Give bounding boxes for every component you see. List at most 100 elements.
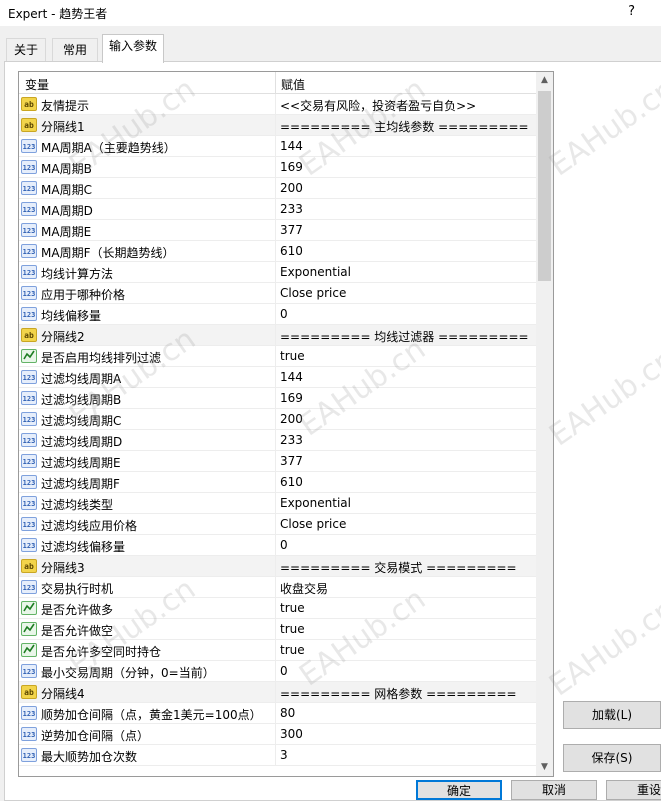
help-button[interactable]: ? [628, 4, 635, 19]
table-row[interactable]: 123 过滤均线周期A 144 [19, 367, 537, 388]
cancel-button[interactable]: 取消 [511, 780, 597, 800]
row-variable: 过滤均线周期E [41, 456, 121, 470]
table-row[interactable]: 123 应用于哪种价格 Close price [19, 283, 537, 304]
row-value[interactable]: true [280, 622, 305, 636]
number-type-icon: 123 [21, 391, 37, 405]
table-row[interactable]: 123 MA周期B 169 [19, 157, 537, 178]
row-value[interactable]: true [280, 349, 305, 363]
table-row[interactable]: 123 最小交易周期（分钟，0=当前） 0 [19, 661, 537, 682]
row-value[interactable]: Close price [280, 286, 346, 300]
header-value[interactable]: 赋值 [281, 76, 305, 93]
row-variable: 过滤均线周期C [41, 414, 122, 428]
table-row[interactable]: 123 MA周期F（长期趋势线） 610 [19, 241, 537, 262]
row-value[interactable]: 200 [280, 181, 303, 195]
vertical-scrollbar[interactable]: ▲ ▼ [536, 72, 553, 776]
table-row[interactable]: ab 分隔线3 ========= 交易模式 ========= [19, 556, 537, 577]
row-value[interactable]: 233 [280, 202, 303, 216]
reset-button[interactable]: 重设 [606, 780, 661, 800]
table-row[interactable]: 123 过滤均线周期C 200 [19, 409, 537, 430]
table-row[interactable]: ab 分隔线1 ========= 主均线参数 ========= [19, 115, 537, 136]
table-row[interactable]: 123 MA周期E 377 [19, 220, 537, 241]
table-row[interactable]: 123 MA周期C 200 [19, 178, 537, 199]
row-variable: 友情提示 [41, 99, 90, 113]
table-row[interactable]: 123 过滤均线类型 Exponential [19, 493, 537, 514]
row-value[interactable]: 144 [280, 370, 303, 384]
row-value[interactable]: 610 [280, 244, 303, 258]
row-value[interactable]: 144 [280, 139, 303, 153]
row-value[interactable]: <<交易有风险，投资者盈亏自负>> [280, 97, 476, 114]
table-row[interactable]: 123 均线计算方法 Exponential [19, 262, 537, 283]
row-value[interactable]: ========= 交易模式 ========= [280, 559, 517, 576]
tab-common[interactable]: 常用 [52, 38, 98, 62]
row-value[interactable]: Exponential [280, 265, 351, 279]
row-value[interactable]: 610 [280, 475, 303, 489]
row-value[interactable]: true [280, 643, 305, 657]
row-value[interactable]: 233 [280, 433, 303, 447]
scroll-thumb[interactable] [538, 91, 551, 281]
row-variable: MA周期C [41, 183, 92, 197]
table-row[interactable]: 123 MA周期D 233 [19, 199, 537, 220]
row-variable: 最大顺势加仓次数 [41, 750, 138, 764]
table-row[interactable]: 123 最大顺势加仓次数 3 [19, 745, 537, 766]
row-value[interactable]: 80 [280, 706, 295, 720]
table-row[interactable]: 123 过滤均线周期D 233 [19, 430, 537, 451]
tab-strip: 关于 常用 输入参数 [0, 34, 661, 63]
table-row[interactable]: 是否允许多空同时持仓 true [19, 640, 537, 661]
parameter-list[interactable]: 变量 赋值 ab 友情提示 <<交易有风险，投资者盈亏自负>> ab 分隔线1 =====… [18, 71, 554, 777]
row-value[interactable]: Close price [280, 517, 346, 531]
save-button[interactable]: 保存(S) [563, 744, 661, 772]
number-type-icon: 123 [21, 748, 37, 762]
string-type-icon: ab [21, 559, 37, 573]
table-row[interactable]: 123 顺势加仓间隔（点，黄金1美元=100点） 80 [19, 703, 537, 724]
row-value[interactable]: 169 [280, 391, 303, 405]
row-variable: 均线计算方法 [41, 267, 114, 281]
table-row[interactable]: 123 过滤均线应用价格 Close price [19, 514, 537, 535]
table-row[interactable]: ab 分隔线2 ========= 均线过滤器 ========= [19, 325, 537, 346]
list-header: 变量 赋值 [19, 72, 537, 94]
row-value[interactable]: 收盘交易 [280, 580, 328, 597]
tab-input-params[interactable]: 输入参数 [102, 34, 164, 63]
table-row[interactable]: 是否允许做空 true [19, 619, 537, 640]
row-value[interactable]: 200 [280, 412, 303, 426]
scroll-up-icon[interactable]: ▲ [536, 72, 553, 89]
table-row[interactable]: 123 逆势加仓间隔（点） 300 [19, 724, 537, 745]
row-variable: 均线偏移量 [41, 309, 102, 323]
row-variable: 过滤均线偏移量 [41, 540, 126, 554]
row-value[interactable]: ========= 均线过滤器 ========= [280, 328, 529, 345]
table-row[interactable]: 是否允许做多 true [19, 598, 537, 619]
row-variable: 过滤均线类型 [41, 498, 114, 512]
row-value[interactable]: 3 [280, 748, 288, 762]
row-value[interactable]: 377 [280, 454, 303, 468]
table-row[interactable]: 123 交易执行时机 收盘交易 [19, 577, 537, 598]
row-value[interactable]: ========= 主均线参数 ========= [280, 118, 529, 135]
row-value[interactable]: 0 [280, 307, 288, 321]
row-value[interactable]: 377 [280, 223, 303, 237]
table-row[interactable]: 123 均线偏移量 0 [19, 304, 537, 325]
row-value[interactable]: 300 [280, 727, 303, 741]
table-row[interactable]: 123 过滤均线周期F 610 [19, 472, 537, 493]
string-type-icon: ab [21, 118, 37, 132]
row-variable: 过滤均线周期F [41, 477, 120, 491]
tab-about[interactable]: 关于 [6, 38, 46, 62]
row-value[interactable]: 0 [280, 538, 288, 552]
header-variable[interactable]: 变量 [25, 76, 49, 93]
row-value[interactable]: Exponential [280, 496, 351, 510]
table-row[interactable]: 123 过滤均线周期E 377 [19, 451, 537, 472]
number-type-icon: 123 [21, 412, 37, 426]
scroll-down-icon[interactable]: ▼ [536, 759, 553, 776]
number-type-icon: 123 [21, 454, 37, 468]
row-value[interactable]: true [280, 601, 305, 615]
load-button[interactable]: 加载(L) [563, 701, 661, 729]
row-value[interactable]: ========= 网格参数 ========= [280, 685, 517, 702]
number-type-icon: 123 [21, 496, 37, 510]
ok-button[interactable]: 确定 [416, 780, 502, 800]
row-variable: 最小交易周期（分钟，0=当前） [41, 666, 215, 680]
table-row[interactable]: ab 友情提示 <<交易有风险，投资者盈亏自负>> [19, 94, 537, 115]
table-row[interactable]: 123 MA周期A（主要趋势线） 144 [19, 136, 537, 157]
table-row[interactable]: 是否启用均线排列过滤 true [19, 346, 537, 367]
table-row[interactable]: 123 过滤均线周期B 169 [19, 388, 537, 409]
row-value[interactable]: 169 [280, 160, 303, 174]
table-row[interactable]: 123 过滤均线偏移量 0 [19, 535, 537, 556]
table-row[interactable]: ab 分隔线4 ========= 网格参数 ========= [19, 682, 537, 703]
row-value[interactable]: 0 [280, 664, 288, 678]
